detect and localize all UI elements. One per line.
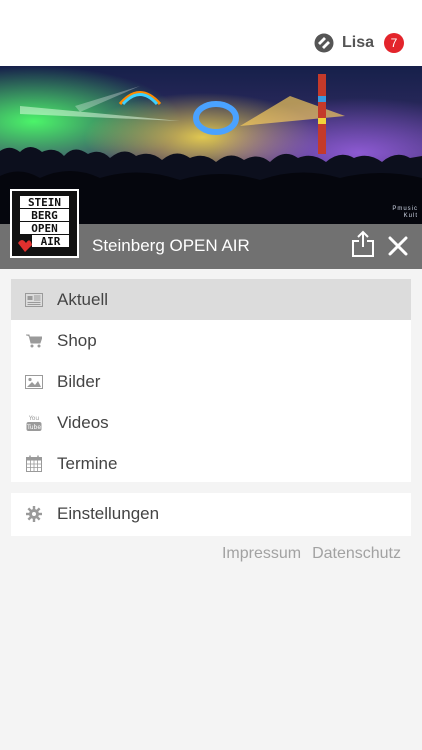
event-title: Steinberg OPEN AIR xyxy=(92,236,250,255)
user-menu[interactable]: Lisa 7 xyxy=(314,33,404,53)
image-icon xyxy=(25,373,43,391)
share-icon[interactable] xyxy=(350,230,376,258)
user-logo-icon xyxy=(314,33,334,53)
svg-text:You: You xyxy=(28,415,40,422)
menu-item-label: Aktuell xyxy=(57,289,109,309)
close-icon[interactable] xyxy=(386,234,410,258)
menu-item-shop[interactable]: Shop xyxy=(11,320,411,361)
user-name[interactable]: Lisa xyxy=(342,34,374,52)
top-bar: Lisa 7 xyxy=(0,0,422,66)
gear-icon xyxy=(25,505,43,523)
calendar-icon xyxy=(25,455,43,473)
menu-item-label: Termine xyxy=(57,453,118,473)
settings-section: Einstellungen xyxy=(11,493,411,536)
menu-item-aktuell[interactable]: Aktuell xyxy=(11,279,411,320)
menu-item-termine[interactable]: Termine xyxy=(11,443,411,484)
menu-item-label: Bilder xyxy=(57,371,101,391)
main-menu: Aktuell Shop Bilder You Tube Videos Term… xyxy=(11,279,411,482)
menu-item-einstellungen[interactable]: Einstellungen xyxy=(11,493,411,534)
event-logo: STEIN BERG OPEN AIR xyxy=(10,189,79,258)
datenschutz-link[interactable]: Datenschutz xyxy=(312,545,401,563)
menu-item-videos[interactable]: You Tube Videos xyxy=(11,402,411,443)
cart-icon xyxy=(25,332,43,350)
photo-credit: Pmusic Kult xyxy=(392,206,418,219)
newspaper-icon xyxy=(25,291,43,309)
svg-text:Tube: Tube xyxy=(26,424,41,431)
svg-text:BERG: BERG xyxy=(31,209,58,222)
svg-text:OPEN: OPEN xyxy=(31,222,58,235)
menu-item-bilder[interactable]: Bilder xyxy=(11,361,411,402)
menu-item-label: Einstellungen xyxy=(57,503,160,523)
impressum-link[interactable]: Impressum xyxy=(222,545,301,563)
svg-text:STEIN: STEIN xyxy=(28,196,61,209)
menu-item-label: Shop xyxy=(57,330,97,350)
menu-item-label: Videos xyxy=(57,412,109,432)
svg-text:AIR: AIR xyxy=(41,235,61,248)
footer-links: Impressum Datenschutz xyxy=(222,545,401,563)
youtube-icon: You Tube xyxy=(25,414,43,432)
notification-badge[interactable]: 7 xyxy=(384,33,404,53)
